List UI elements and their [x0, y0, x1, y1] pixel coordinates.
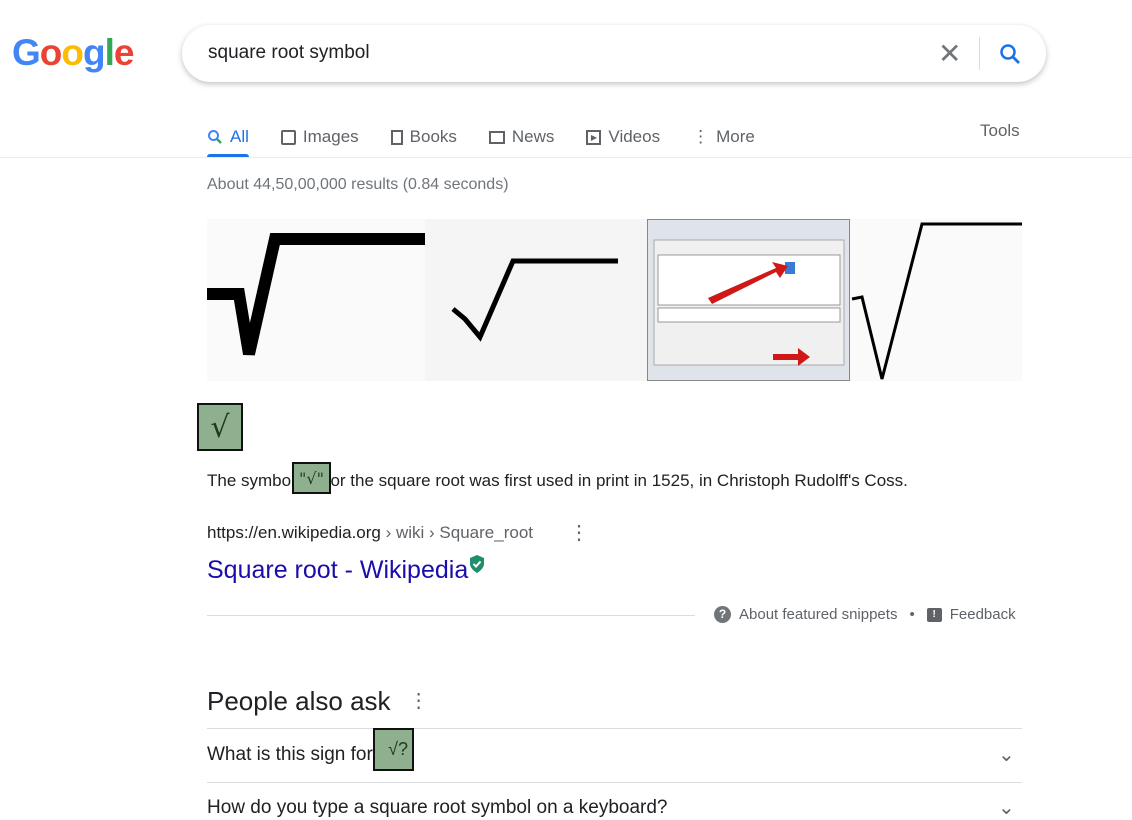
- people-also-ask-heading: People also ask ⋮: [207, 686, 429, 717]
- image-icon: [280, 129, 296, 145]
- paa-question[interactable]: How do you type a square root symbol on …: [207, 797, 668, 819]
- divider: [0, 157, 1132, 158]
- tab-images[interactable]: Images: [280, 118, 359, 156]
- tab-label: Videos: [608, 127, 661, 146]
- symbol-dialog-image: [653, 239, 845, 366]
- tab-news[interactable]: News: [488, 118, 555, 156]
- divider: [979, 37, 980, 70]
- tab-all[interactable]: All: [207, 118, 249, 157]
- separator-dot: •: [909, 606, 915, 623]
- highlight-text: √?: [388, 739, 408, 759]
- sqrt-image: [851, 222, 1022, 380]
- feedback-icon: !: [926, 607, 942, 622]
- tools-button[interactable]: Tools: [980, 121, 1020, 141]
- tab-more[interactable]: ⋮ More: [692, 118, 755, 156]
- image-strip: [207, 219, 1022, 381]
- tab-books[interactable]: Books: [390, 118, 457, 156]
- tab-label: News: [511, 127, 555, 146]
- divider: [207, 728, 1022, 729]
- more-vert-icon[interactable]: ⋮: [409, 690, 429, 712]
- result-title[interactable]: Square root - Wikipedia: [207, 556, 468, 584]
- close-icon[interactable]: ✕: [938, 37, 961, 70]
- answer-symbol: √: [197, 403, 243, 451]
- search-icon[interactable]: [998, 42, 1022, 66]
- more-vert-icon: ⋮: [692, 127, 710, 146]
- result-stats: About 44,50,00,000 results (0.84 seconds…: [207, 176, 509, 193]
- paa-title: People also ask: [207, 686, 391, 716]
- image-result[interactable]: [647, 219, 850, 381]
- divider: [207, 782, 1022, 783]
- tab-videos[interactable]: ▶ Videos: [586, 118, 660, 156]
- news-icon: [488, 130, 505, 144]
- cite-domain: https://en.wikipedia.org: [207, 523, 381, 542]
- search-tabs: All Images Books News ▶ Videos ⋮ More: [207, 118, 787, 157]
- sqrt-image: [451, 258, 618, 342]
- chevron-down-icon[interactable]: ⌄: [998, 795, 1015, 820]
- book-icon: [390, 129, 403, 145]
- question-symbol-highlight: √?: [373, 728, 414, 771]
- quoted-symbol-highlight: "√": [292, 462, 331, 494]
- snippet-text-after: for the square root was first used in pr…: [321, 471, 908, 490]
- play-icon: ▶: [586, 129, 602, 145]
- snippet-text-before: The symbol: [207, 471, 300, 490]
- google-logo[interactable]: Google: [12, 32, 134, 74]
- result-url[interactable]: https://en.wikipedia.org › wiki › Square…: [207, 523, 533, 543]
- about-featured-snippets-link[interactable]: About featured snippets: [739, 606, 897, 623]
- snippet-footer: ? About featured snippets • ! Feedback: [714, 606, 1016, 623]
- result-title-link[interactable]: Square root - Wikipedia: [207, 554, 486, 585]
- tab-label: Books: [409, 127, 457, 146]
- more-vert-icon[interactable]: ⋮: [569, 520, 589, 545]
- search-input[interactable]: square root symbol: [208, 42, 370, 64]
- feedback-link[interactable]: Feedback: [950, 606, 1016, 623]
- tab-label: All: [230, 127, 249, 146]
- tab-label: More: [716, 127, 755, 146]
- divider: [207, 615, 695, 616]
- image-result[interactable]: [207, 219, 425, 381]
- search-box[interactable]: square root symbol ✕: [182, 25, 1046, 82]
- tab-label: Images: [302, 127, 359, 146]
- paa-question[interactable]: What is this sign for √?: [207, 744, 399, 766]
- cite-path: › wiki › Square_root: [380, 523, 534, 542]
- verified-shield-icon: [470, 555, 485, 573]
- search-icon: [208, 130, 222, 144]
- help-icon: ?: [714, 606, 731, 623]
- chevron-down-icon[interactable]: ⌄: [998, 742, 1015, 767]
- image-result[interactable]: [850, 219, 1022, 381]
- image-result[interactable]: [425, 219, 647, 381]
- sqrt-image: [207, 233, 425, 356]
